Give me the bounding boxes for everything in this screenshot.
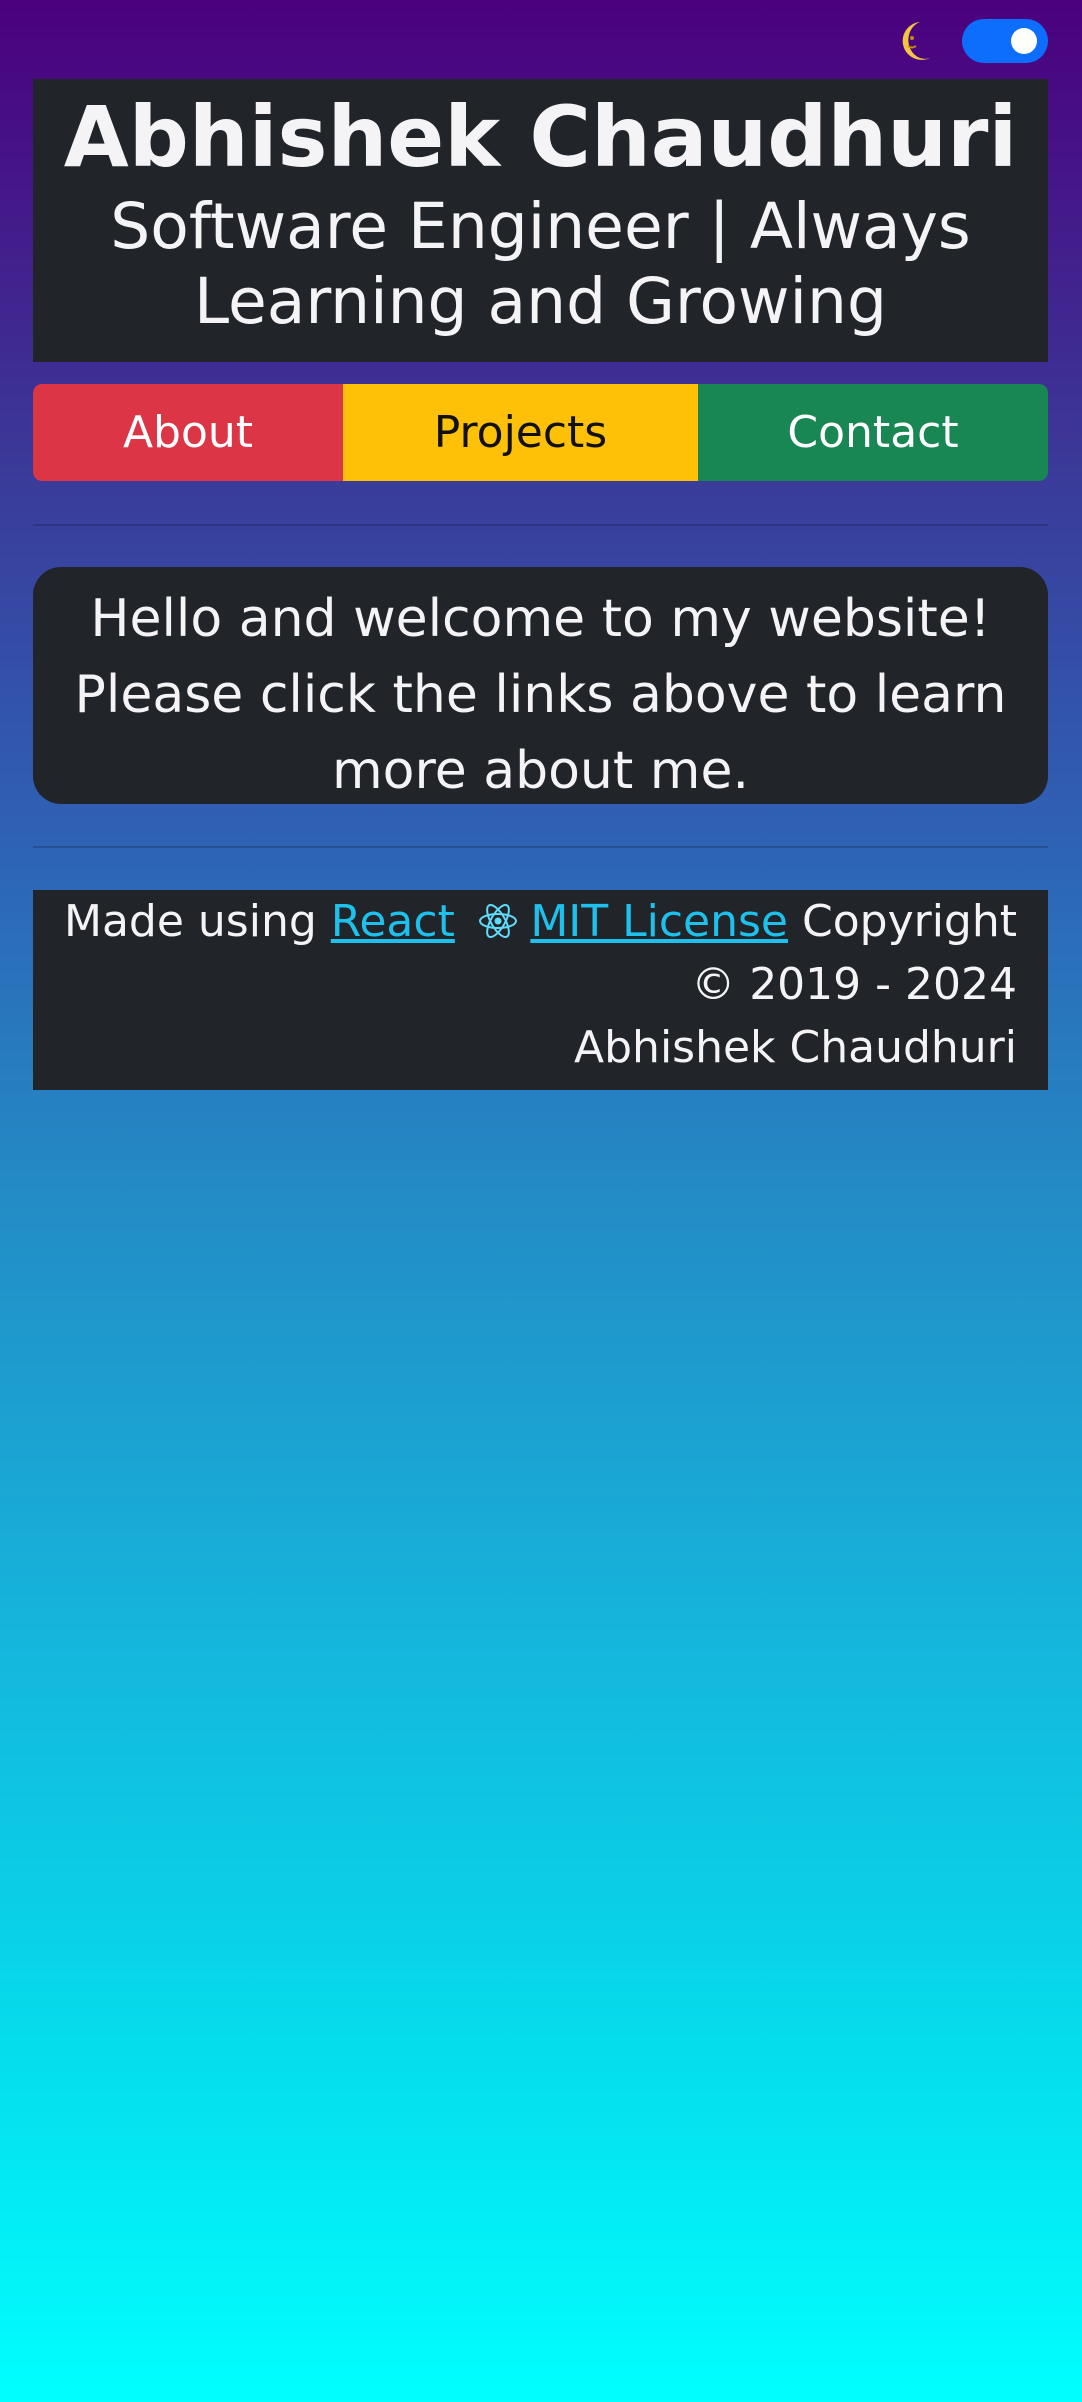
- copyright-notice: MIT License Copyright © 2019 - 2024 Abhi…: [517, 890, 1017, 1079]
- crescent-moon-icon: [902, 22, 930, 60]
- site-footer: Made using React MIT License Copyright ©…: [33, 890, 1048, 1090]
- made-using-prefix: Made using: [64, 896, 317, 947]
- nav-projects-button[interactable]: Projects: [343, 384, 698, 481]
- site-owner-name: Abhishek Chaudhuri: [63, 88, 1018, 186]
- toggle-knob: [1011, 28, 1037, 54]
- react-atom-icon: [478, 904, 517, 938]
- made-using-text: Made using React: [64, 890, 519, 953]
- welcome-message: Hello and welcome to my website! Please …: [33, 567, 1048, 804]
- react-link[interactable]: React: [331, 896, 455, 947]
- nav-about-button[interactable]: About: [33, 384, 343, 481]
- theme-switcher: [894, 18, 1048, 64]
- mit-license-link[interactable]: MIT License: [530, 896, 788, 947]
- divider: [33, 846, 1048, 848]
- divider: [33, 524, 1048, 526]
- site-header: Abhishek Chaudhuri Software Engineer | A…: [33, 79, 1048, 362]
- main-nav: About Projects Contact: [33, 384, 1048, 481]
- site-subtitle: Software Engineer | Always Learning and …: [110, 190, 971, 338]
- dark-mode-toggle[interactable]: [962, 19, 1048, 63]
- nav-contact-button[interactable]: Contact: [698, 384, 1048, 481]
